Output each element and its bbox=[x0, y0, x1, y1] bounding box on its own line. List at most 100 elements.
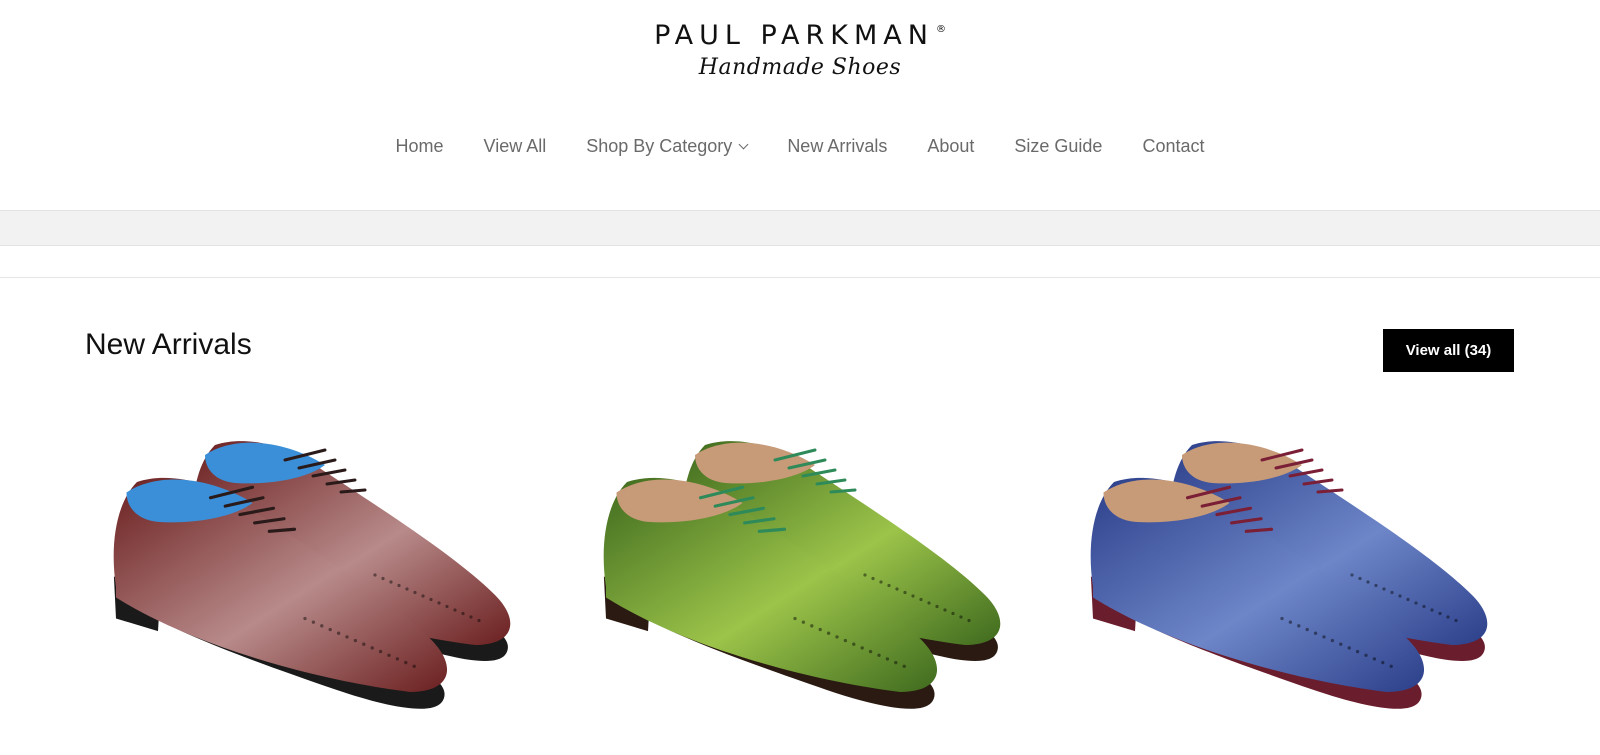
brogue-dot bbox=[826, 631, 831, 635]
brogue-dot bbox=[421, 594, 425, 598]
brogue-dot bbox=[469, 615, 473, 619]
brogue-dot bbox=[378, 649, 383, 654]
brogue-dot bbox=[362, 642, 366, 646]
shoe-lace bbox=[829, 488, 857, 494]
nav-shop-by-category[interactable]: Shop By Category bbox=[586, 136, 749, 157]
section-divider bbox=[0, 277, 1600, 278]
brogue-dot bbox=[1350, 573, 1354, 577]
brogue-dot bbox=[793, 616, 797, 621]
nav-shop-by-category-label: Shop By Category bbox=[586, 136, 733, 156]
product-card-1[interactable] bbox=[570, 400, 1030, 730]
brogue-dot bbox=[1381, 660, 1385, 665]
brogue-dot bbox=[412, 664, 416, 668]
brogue-dot bbox=[1366, 580, 1370, 584]
brogue-dot bbox=[397, 583, 401, 588]
nav-view-all[interactable]: View All bbox=[484, 136, 547, 157]
nav-about[interactable]: About bbox=[927, 136, 974, 157]
brogue-dot bbox=[429, 597, 433, 602]
brogue-dot bbox=[868, 649, 873, 654]
nav-home[interactable]: Home bbox=[396, 136, 444, 157]
shoe-lace bbox=[267, 527, 297, 533]
brogue-dot bbox=[935, 604, 939, 609]
brogue-dot bbox=[395, 657, 400, 661]
section-title: New Arrivals bbox=[85, 328, 252, 361]
brogue-dot bbox=[860, 646, 864, 650]
brogue-dot bbox=[1347, 646, 1351, 650]
brogue-dot bbox=[336, 631, 341, 635]
nav-size-guide-label: Size Guide bbox=[1014, 136, 1103, 156]
nav-view-all-label: View All bbox=[483, 136, 547, 156]
brogue-dot bbox=[959, 615, 963, 619]
brogue-dot bbox=[1355, 649, 1360, 654]
brogue-dot bbox=[852, 642, 856, 646]
brogue-dot bbox=[1446, 615, 1450, 619]
brogue-dot bbox=[1322, 635, 1326, 639]
shoe-lace bbox=[339, 488, 367, 494]
brogue-dot bbox=[801, 620, 806, 624]
brogue-dot bbox=[835, 635, 839, 639]
nav-about-label: About bbox=[927, 136, 975, 156]
brogue-dot bbox=[894, 660, 898, 665]
brogue-dot bbox=[1280, 616, 1284, 621]
product-image[interactable] bbox=[1057, 400, 1517, 730]
brogue-dot bbox=[927, 601, 931, 605]
brogue-dot bbox=[381, 576, 385, 581]
brogue-dot bbox=[405, 587, 409, 591]
brogue-dot bbox=[303, 616, 307, 621]
brogue-dot bbox=[453, 608, 457, 612]
brogue-dot bbox=[1330, 638, 1335, 643]
brogue-dot bbox=[370, 646, 374, 650]
brogue-dot bbox=[902, 664, 906, 668]
nav-contact[interactable]: Contact bbox=[1142, 136, 1204, 157]
view-all-button[interactable]: View all (34) bbox=[1383, 329, 1514, 372]
brogue-dot bbox=[1374, 583, 1378, 588]
brogue-dot bbox=[919, 597, 923, 602]
main-nav: Home View All Shop By Category New Arriv… bbox=[0, 136, 1600, 157]
brogue-dot bbox=[810, 624, 814, 628]
brogue-dot bbox=[345, 635, 349, 639]
brogue-dot bbox=[389, 580, 393, 584]
brogue-dot bbox=[353, 638, 358, 643]
brand-logo[interactable]: PAUL PARKMAN ® Handmade Shoes bbox=[0, 20, 1600, 80]
nav-new-arrivals-label: New Arrivals bbox=[787, 136, 888, 156]
brogue-dot bbox=[1313, 631, 1318, 635]
shoe-lace bbox=[757, 527, 787, 533]
shoe-lace bbox=[1244, 527, 1274, 533]
brogue-dot bbox=[1364, 653, 1368, 657]
brogue-dot bbox=[311, 620, 316, 624]
brogue-dot bbox=[328, 627, 332, 632]
brogue-dot bbox=[887, 583, 891, 588]
brogue-dot bbox=[373, 573, 377, 577]
brogue-dot bbox=[885, 657, 890, 661]
brogue-dot bbox=[437, 601, 441, 605]
chevron-down-icon bbox=[738, 139, 749, 150]
product-card-2[interactable] bbox=[1057, 400, 1517, 730]
brogue-dot bbox=[895, 587, 899, 591]
shoe-lace bbox=[1316, 488, 1344, 494]
brogue-dot bbox=[843, 638, 848, 643]
brand-name-text: PAUL PARKMAN bbox=[654, 20, 934, 51]
nav-new-arrivals[interactable]: New Arrivals bbox=[787, 136, 887, 157]
brogue-dot bbox=[1406, 597, 1410, 602]
brogue-dot bbox=[1398, 594, 1402, 598]
nav-size-guide[interactable]: Size Guide bbox=[1014, 136, 1102, 157]
brogue-dot bbox=[387, 653, 391, 657]
brogue-dot bbox=[1305, 627, 1309, 632]
brogue-dot bbox=[871, 576, 875, 581]
brogue-dot bbox=[877, 653, 881, 657]
brogue-dot bbox=[911, 594, 915, 598]
brogue-dot bbox=[413, 590, 417, 595]
brogue-dot bbox=[967, 618, 971, 623]
brogue-dot bbox=[1422, 604, 1426, 609]
brogue-dot bbox=[1389, 664, 1393, 668]
product-image[interactable] bbox=[570, 400, 1030, 730]
brogue-dot bbox=[903, 590, 907, 595]
brand-tagline: Handmade Shoes bbox=[698, 55, 902, 80]
brogue-dot bbox=[477, 618, 481, 623]
product-image[interactable] bbox=[80, 400, 540, 730]
product-card-0[interactable] bbox=[80, 400, 540, 730]
brogue-dot bbox=[1339, 642, 1343, 646]
brogue-dot bbox=[320, 624, 324, 628]
brogue-dot bbox=[445, 604, 449, 609]
nav-home-label: Home bbox=[395, 136, 444, 156]
